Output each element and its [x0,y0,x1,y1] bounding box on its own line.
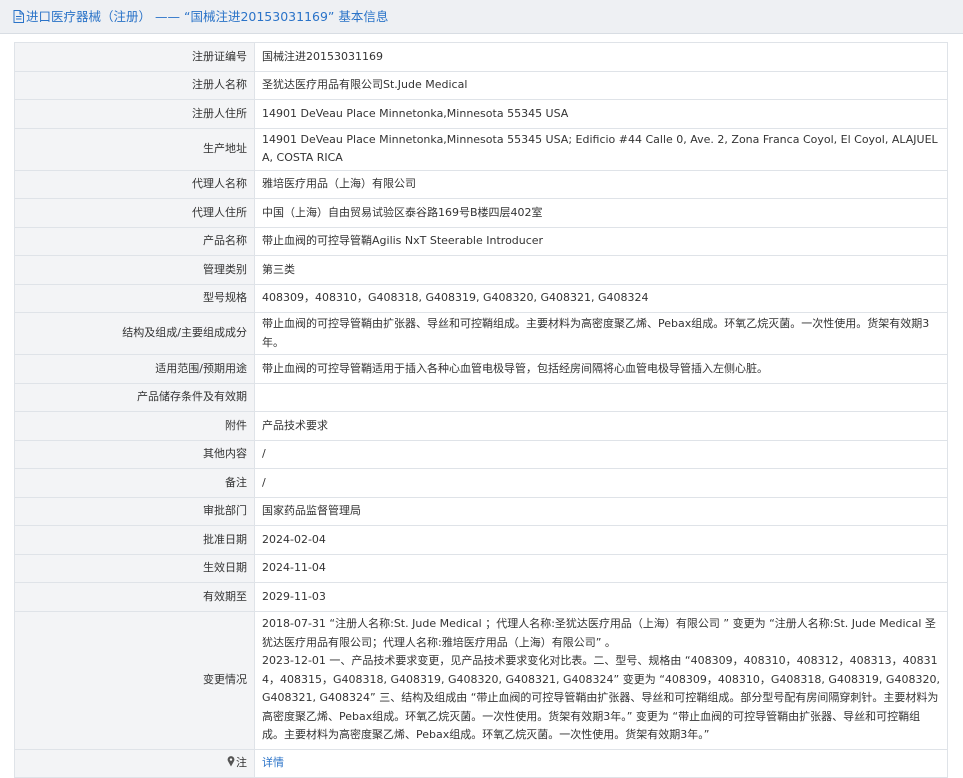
header-separator: —— [151,9,184,24]
field-value: 国家药品监督管理局 [254,496,948,526]
row-agent-address: 代理人住所 中国（上海）自由贸易试验区泰谷路169号B楼四层402室 [14,198,948,228]
field-label: 型号规格 [14,283,255,313]
row-model-spec: 型号规格 408309，408310，G408318, G408319, G408… [14,283,948,313]
change-entry: 2023-12-01 一、产品技术要求变更，见产品技术要求变化对比表。二、型号、… [262,654,940,742]
page-header: 进口医疗器械（注册） —— “国械注进20153031169” 基本信息 [0,0,963,34]
row-registrant-address: 注册人住所 14901 DeVeau Place Minnetonka,Minne… [14,99,948,129]
field-value: 14901 DeVeau Place Minnetonka,Minnesota … [254,127,948,171]
field-label: 产品储存条件及有效期 [14,382,255,412]
field-value: 带止血阀的可控导管鞘由扩张器、导丝和可控鞘组成。主要材料为高密度聚乙烯、Peba… [254,312,948,355]
row-management-class: 管理类别 第三类 [14,255,948,285]
field-label: 代理人住所 [14,198,255,228]
field-value: 雅培医疗用品（上海）有限公司 [254,169,948,199]
document-icon [13,10,24,27]
row-change-history: 变更情况 2018-07-31 “注册人名称:St. Jude Medical … [14,610,948,750]
field-value: 14901 DeVeau Place Minnetonka,Minnesota … [254,99,948,129]
field-value: 带止血阀的可控导管鞘Agilis NxT Steerable Introduce… [254,226,948,256]
field-label: 有效期至 [14,582,255,612]
field-value: / [254,439,948,469]
field-value: / [254,468,948,498]
field-label: 附件 [14,411,255,441]
field-label: 审批部门 [14,496,255,526]
field-label: 管理类别 [14,255,255,285]
field-value: 第三类 [254,255,948,285]
field-value: 圣犹达医疗用品有限公司St.Jude Medical [254,70,948,100]
change-entry: 2018-07-31 “注册人名称:St. Jude Medical ；代理人名… [262,617,936,649]
detail-table-body: 注册证编号 国械注进20153031169 注册人名称 圣犹达医疗用品有限公司St.… [14,42,948,778]
field-label: 注册证编号 [14,42,255,72]
row-intended-use: 适用范围/预期用途 带止血阀的可控导管鞘适用于插入各种心血管电极导管，包括经房间隔… [14,354,948,384]
field-value: 产品技术要求 [254,411,948,441]
field-value: 中国（上海）自由贸易试验区泰谷路169号B楼四层402室 [254,198,948,228]
row-approval-date: 批准日期 2024-02-04 [14,525,948,555]
field-label: 变更情况 [14,610,255,750]
change-history-value: 2018-07-31 “注册人名称:St. Jude Medical ；代理人名… [254,610,948,750]
field-label: 代理人名称 [14,169,255,199]
field-label: 批准日期 [14,525,255,555]
field-value: 2024-11-04 [254,553,948,583]
pin-icon [227,755,235,774]
header-title-suffix: 基本信息 [338,9,389,24]
field-label: 生产地址 [14,127,255,171]
note-value: 详情 [254,748,948,778]
header-title: “国械注进20153031169” [183,9,335,24]
row-valid-until: 有效期至 2029-11-03 [14,582,948,612]
row-structure-composition: 结构及组成/主要组成成分 带止血阀的可控导管鞘由扩张器、导丝和可控鞘组成。主要材料… [14,312,948,355]
field-value: 国械注进20153031169 [254,42,948,72]
note-label: 注 [236,755,247,769]
row-approval-department: 审批部门 国家药品监督管理局 [14,496,948,526]
row-attachment: 附件 产品技术要求 [14,411,948,441]
field-value: 2029-11-03 [254,582,948,612]
field-label: 备注 [14,468,255,498]
detail-table: 注册证编号 国械注进20153031169 注册人名称 圣犹达医疗用品有限公司St.… [14,42,948,778]
field-label: 其他内容 [14,439,255,469]
row-remarks: 备注 / [14,468,948,498]
field-label: 生效日期 [14,553,255,583]
field-label: 适用范围/预期用途 [14,354,255,384]
field-value: 408309，408310，G408318, G408319, G408320,… [254,283,948,313]
row-effective-date: 生效日期 2024-11-04 [14,553,948,583]
field-label: 结构及组成/主要组成成分 [14,312,255,355]
row-agent-name: 代理人名称 雅培医疗用品（上海）有限公司 [14,169,948,199]
row-registrant-name: 注册人名称 圣犹达医疗用品有限公司St.Jude Medical [14,70,948,100]
row-product-name: 产品名称 带止血阀的可控导管鞘Agilis NxT Steerable Intro… [14,226,948,256]
row-note: 注 详情 [14,748,948,778]
field-label: 注册人住所 [14,99,255,129]
field-value: 带止血阀的可控导管鞘适用于插入各种心血管电极导管，包括经房间隔将心血管电极导管插… [254,354,948,384]
field-value [254,382,948,412]
row-storage-validity: 产品储存条件及有效期 [14,382,948,412]
header-title-line: 进口医疗器械（注册） —— “国械注进20153031169” 基本信息 [13,9,388,27]
row-production-address: 生产地址 14901 DeVeau Place Minnetonka,Minnes… [14,127,948,171]
row-other-content: 其他内容 / [14,439,948,469]
field-label: 产品名称 [14,226,255,256]
field-value: 2024-02-04 [254,525,948,555]
field-label: 注册人名称 [14,70,255,100]
category-link[interactable]: 进口医疗器械（注册） [26,9,151,24]
details-link[interactable]: 详情 [262,756,284,769]
note-label-cell: 注 [14,748,255,778]
row-registration-number: 注册证编号 国械注进20153031169 [14,42,948,72]
